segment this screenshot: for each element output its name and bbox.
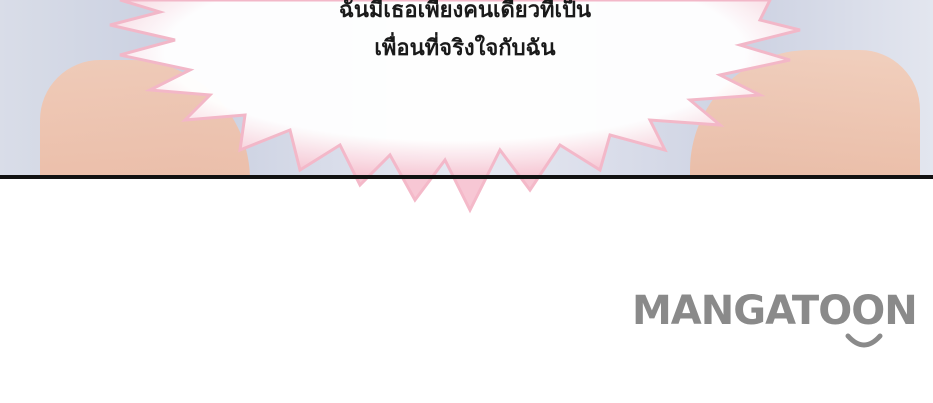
speech-line-2: เพื่อนที่จริงใจกับฉัน [374, 36, 556, 61]
mangatoon-watermark: MANGATOON [632, 288, 932, 358]
speech-line-1: ฉันมีเธอเพียงคนเดียวที่เป็น [338, 0, 592, 23]
panel-border [0, 175, 933, 179]
watermark-text: MANGATOON [632, 288, 918, 334]
smile-icon [845, 333, 883, 348]
